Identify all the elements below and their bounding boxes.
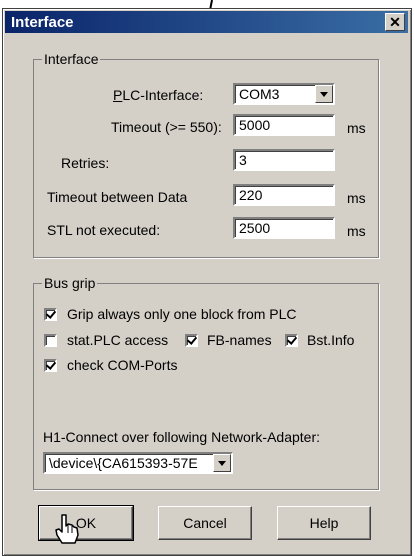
plc-interface-label-text: LC-Interface: <box>122 87 204 103</box>
interface-dialog: Interface ✕ Interface PLC-Interface: COM… <box>2 8 412 556</box>
help-button[interactable]: Help <box>277 506 371 540</box>
bst-info-label: Bst.Info <box>307 332 355 348</box>
plc-interface-select[interactable]: COM3 <box>233 83 335 105</box>
timeout-between-data-label: Timeout between Data <box>47 189 188 205</box>
h1-connect-label: H1-Connect over following Network-Adapte… <box>43 429 321 445</box>
plc-interface-value: COM3 <box>239 86 280 102</box>
stl-not-executed-label: STL not executed: <box>47 222 161 238</box>
network-adapter-select[interactable]: \device\{CA615393-57E <box>43 452 233 474</box>
retries-field[interactable]: 3 <box>233 149 335 171</box>
close-button[interactable]: ✕ <box>385 13 405 31</box>
cancel-button-label: Cancel <box>183 515 227 531</box>
stat-plc-access-label: stat.PLC access <box>67 332 169 348</box>
timeout-label: Timeout (>= 550): <box>111 119 222 135</box>
bst-info-checkbox[interactable] <box>285 334 298 347</box>
bus-grip-group-legend: Bus grip <box>42 275 98 291</box>
interface-group-legend: Interface <box>42 51 101 67</box>
close-icon: ✕ <box>389 14 401 30</box>
retries-label: Retries: <box>61 155 110 171</box>
fb-names-label: FB-names <box>207 332 272 348</box>
hand-cursor-icon <box>55 514 79 544</box>
grip-one-block-checkbox[interactable] <box>44 308 57 321</box>
stl-not-executed-field[interactable]: 2500 <box>233 217 335 239</box>
timeout-between-data-unit: ms <box>347 190 366 206</box>
plc-interface-label: PLC-Interface: <box>113 87 204 103</box>
timeout-unit: ms <box>347 120 366 136</box>
help-button-label: Help <box>309 515 339 531</box>
network-adapter-value: \device\{CA615393-57E <box>49 455 198 471</box>
chevron-down-icon[interactable] <box>213 454 231 472</box>
window-title: Interface <box>11 14 74 31</box>
timeout-field[interactable]: 5000 <box>233 114 335 136</box>
stat-plc-access-checkbox[interactable] <box>44 334 57 347</box>
check-com-ports-checkbox[interactable] <box>44 359 57 372</box>
stl-not-executed-unit: ms <box>347 223 366 239</box>
check-com-ports-label: check COM-Ports <box>67 357 178 373</box>
timeout-between-data-field[interactable]: 220 <box>233 184 335 206</box>
cancel-button[interactable]: Cancel <box>158 506 252 540</box>
grip-one-block-label: Grip always only one block from PLC <box>67 306 297 322</box>
fb-names-checkbox[interactable] <box>185 334 198 347</box>
title-bar[interactable]: Interface ✕ <box>5 11 408 33</box>
chevron-down-icon[interactable] <box>315 85 333 103</box>
